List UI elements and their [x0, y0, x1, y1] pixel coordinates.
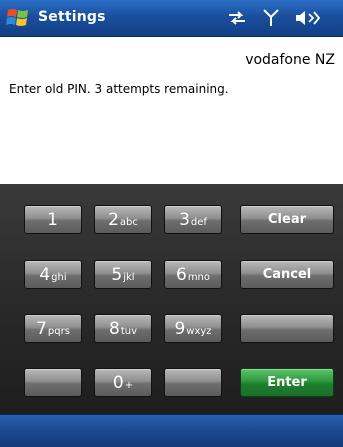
key-digit: 8	[108, 319, 120, 339]
key-4[interactable]: 4ghi	[24, 260, 82, 289]
key-letters: jkl	[123, 272, 135, 283]
key-digit: 5	[111, 265, 123, 285]
key-letters: pqrs	[47, 326, 70, 337]
key-letters: tuv	[120, 326, 137, 337]
key-digit: 6	[175, 265, 187, 285]
key-2[interactable]: 2abc	[94, 205, 152, 234]
key-digit: 4	[39, 265, 51, 285]
windows-start-icon[interactable]	[6, 7, 30, 29]
blank-key[interactable]	[240, 314, 334, 343]
key-5[interactable]: 5jkl	[94, 260, 152, 289]
enter-button[interactable]: Enter	[240, 368, 334, 397]
keypad: 1 2abc 3def Clear 4ghi 5jkl 6mno Cancel …	[0, 184, 343, 414]
key-letters: mno	[187, 272, 211, 283]
blank-key[interactable]	[24, 368, 82, 397]
key-digit: 1	[47, 210, 58, 230]
key-letters: abc	[119, 217, 138, 228]
key-letters: wxyz	[186, 326, 212, 337]
key-digit: 3	[179, 210, 190, 230]
key-9[interactable]: 9wxyz	[164, 314, 222, 343]
title-bar: Settings	[0, 0, 343, 37]
key-digit: 9	[174, 319, 186, 339]
key-letters: ghi	[51, 272, 67, 283]
key-3[interactable]: 3def	[164, 205, 222, 234]
key-letters: def	[190, 217, 207, 228]
pin-prompt: Enter old PIN. 3 attempts remaining.	[9, 82, 229, 96]
signal-icon[interactable]	[262, 8, 280, 28]
window-title: Settings	[38, 9, 106, 25]
volume-icon[interactable]	[294, 8, 320, 28]
key-7[interactable]: 7pqrs	[24, 314, 82, 343]
connectivity-icon[interactable]	[226, 8, 248, 28]
menu-bar	[0, 414, 343, 447]
key-digit: 7	[36, 319, 47, 339]
operator-name: vodafone NZ	[245, 52, 335, 68]
blank-key[interactable]	[164, 368, 222, 397]
key-0[interactable]: 0+	[94, 368, 152, 397]
clear-button[interactable]: Clear	[240, 205, 334, 234]
key-digit: 0	[112, 373, 124, 393]
key-1[interactable]: 1	[24, 205, 82, 234]
key-6[interactable]: 6mno	[164, 260, 222, 289]
key-letters: +	[124, 380, 134, 391]
key-8[interactable]: 8tuv	[94, 314, 152, 343]
cancel-button[interactable]: Cancel	[240, 260, 334, 289]
key-digit: 2	[108, 210, 119, 230]
